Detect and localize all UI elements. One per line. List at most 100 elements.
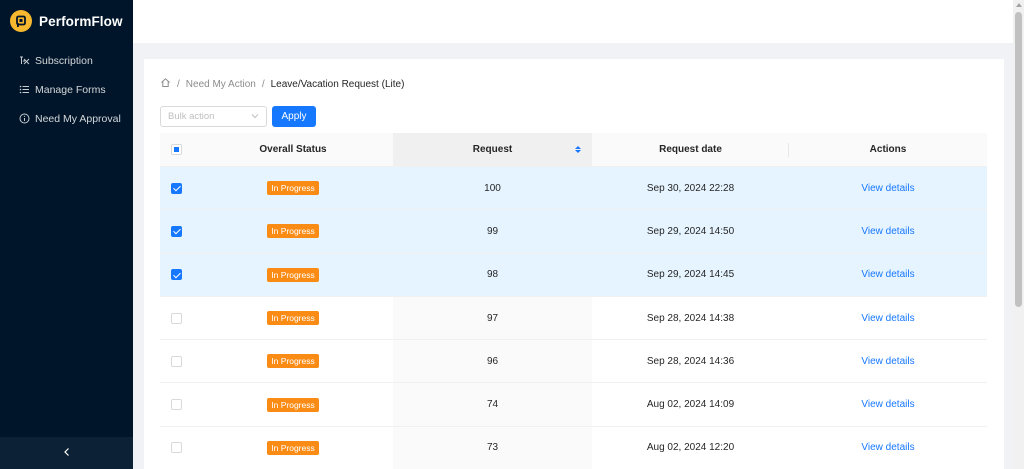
request-number: 99 [486, 225, 499, 237]
status-cell: In Progress [193, 340, 393, 382]
sort-icon[interactable] [575, 146, 581, 153]
row-checkbox[interactable] [171, 269, 182, 281]
table-row[interactable]: In Progress 73 Aug 02, 2024 12:20 View deta… [160, 426, 987, 469]
requests-table: Overall Status Request Request date Acti… [160, 133, 987, 469]
sidebar-collapse-button[interactable] [0, 437, 133, 469]
content-card: / Need My Action / Leave/Vacation Reques… [144, 59, 1004, 469]
status-badge: In Progress [267, 267, 319, 282]
status-cell: In Progress [193, 167, 393, 209]
column-header-label: Overall Status [259, 144, 327, 155]
request-date: Aug 02, 2024 12:20 [646, 442, 735, 454]
scrollbar-thumb[interactable] [1015, 12, 1022, 307]
request-date-cell: Sep 29, 2024 14:50 [592, 210, 789, 252]
status-cell: In Progress [193, 427, 393, 469]
row-checkbox[interactable] [171, 312, 182, 324]
status-badge: In Progress [267, 311, 319, 326]
request-date: Sep 28, 2024 14:38 [646, 312, 735, 324]
table-row[interactable]: In Progress 96 Sep 28, 2024 14:36 View deta… [160, 340, 987, 384]
status-badge: In Progress [267, 181, 319, 196]
page-scrollbar[interactable] [1013, 0, 1024, 469]
actions-cell: View details [789, 167, 987, 209]
brand-logo-icon [10, 10, 32, 32]
top-header [133, 0, 1013, 43]
sidebar-item-label: Subscription [35, 54, 93, 67]
status-cell: In Progress [193, 383, 393, 425]
status-badge: In Progress [267, 397, 319, 412]
request-date: Sep 29, 2024 14:45 [646, 269, 735, 281]
row-select-cell [160, 340, 193, 382]
column-header-request[interactable]: Request [393, 133, 592, 166]
table-header-row: Overall Status Request Request date Acti… [160, 133, 987, 167]
breadcrumb-separator: / [177, 78, 180, 90]
view-details-link[interactable]: View details [861, 183, 914, 194]
status-cell: In Progress [193, 254, 393, 296]
row-select-cell [160, 254, 193, 296]
sidebar-item-need-my-approval[interactable]: Need My Approval [0, 104, 133, 133]
request-number: 98 [486, 269, 499, 281]
select-all-checkbox[interactable] [171, 144, 182, 155]
table-row[interactable]: In Progress 100 Sep 30, 2024 22:28 View det… [160, 167, 987, 211]
status-cell: In Progress [193, 210, 393, 252]
request-date-cell: Sep 30, 2024 22:28 [592, 167, 789, 209]
sidebar-item-label: Need My Approval [35, 112, 121, 125]
view-details-link[interactable]: View details [861, 399, 914, 410]
view-details-link[interactable]: View details [861, 226, 914, 237]
sidebar-item-subscription[interactable]: Subscription [0, 46, 133, 75]
column-header-request-date: Request date [592, 133, 789, 166]
request-cell: 98 [393, 253, 592, 296]
row-select-cell [160, 167, 193, 209]
request-cell: 97 [393, 296, 592, 340]
column-header-label: Request date [659, 144, 722, 155]
view-details-link[interactable]: View details [861, 356, 914, 367]
table-row[interactable]: In Progress 74 Aug 02, 2024 14:09 View deta… [160, 383, 987, 427]
request-date-cell: Aug 02, 2024 12:20 [592, 427, 789, 469]
request-cell: 99 [393, 210, 592, 253]
row-checkbox[interactable] [171, 399, 182, 411]
request-date: Sep 30, 2024 22:28 [646, 182, 735, 194]
request-number: 100 [484, 182, 501, 194]
scroll-up-arrow-icon[interactable] [1016, 3, 1022, 7]
row-select-cell [160, 383, 193, 425]
toolbar: Bulk action Apply [160, 106, 316, 127]
info-circle-icon [19, 113, 30, 124]
request-date: Aug 02, 2024 14:09 [646, 399, 735, 411]
row-select-cell [160, 297, 193, 339]
request-date-cell: Sep 29, 2024 14:45 [592, 254, 789, 296]
request-cell: 74 [393, 383, 592, 426]
request-number: 97 [486, 312, 499, 324]
actions-cell: View details [789, 383, 987, 425]
request-cell: 73 [393, 426, 592, 469]
row-checkbox[interactable] [171, 182, 182, 194]
request-date-cell: Sep 28, 2024 14:36 [592, 340, 789, 382]
column-header-label: Request [472, 144, 513, 155]
sidebar-item-label: Manage Forms [35, 83, 106, 96]
view-details-link[interactable]: View details [861, 313, 914, 324]
list-icon [19, 84, 30, 95]
actions-cell: View details [789, 210, 987, 252]
table-row[interactable]: In Progress 97 Sep 28, 2024 14:38 View deta… [160, 296, 987, 341]
row-checkbox[interactable] [171, 442, 182, 454]
breadcrumb-need-my-action[interactable]: Need My Action [186, 79, 256, 90]
actions-cell: View details [789, 297, 987, 339]
brand[interactable]: PerformFlow [0, 0, 133, 42]
bulk-action-select[interactable]: Bulk action [160, 106, 267, 127]
row-checkbox[interactable] [171, 225, 182, 237]
request-date-cell: Aug 02, 2024 14:09 [592, 383, 789, 425]
view-details-link[interactable]: View details [861, 442, 914, 453]
breadcrumb-current: Leave/Vacation Request (Lite) [270, 78, 405, 90]
row-select-cell [160, 210, 193, 252]
status-cell: In Progress [193, 297, 393, 339]
view-details-link[interactable]: View details [861, 269, 914, 280]
status-badge: In Progress [267, 354, 319, 369]
status-badge: In Progress [267, 224, 319, 239]
request-date: Sep 29, 2024 14:50 [646, 225, 735, 237]
sidebar-item-manage-forms[interactable]: Manage Forms [0, 75, 133, 104]
subscription-icon [19, 55, 30, 66]
home-icon[interactable] [160, 77, 171, 91]
table-row[interactable]: In Progress 99 Sep 29, 2024 14:50 View deta… [160, 210, 987, 254]
apply-button[interactable]: Apply [272, 106, 316, 127]
row-checkbox[interactable] [171, 355, 182, 367]
table-row[interactable]: In Progress 98 Sep 29, 2024 14:45 View deta… [160, 253, 987, 297]
request-number: 73 [486, 442, 499, 454]
chevron-left-icon [63, 444, 71, 462]
